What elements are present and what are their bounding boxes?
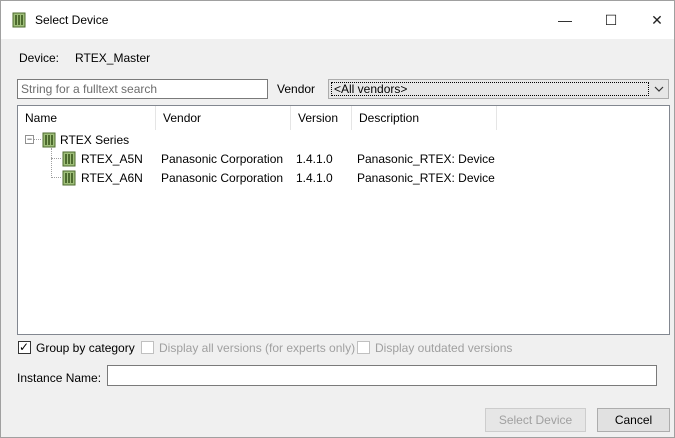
device-module-icon: [62, 170, 76, 186]
device-description: Panasonic_RTEX: Device: [357, 152, 495, 166]
cancel-button[interactable]: Cancel: [597, 408, 670, 432]
title-bar[interactable]: Select Device — ☐ ✕: [1, 1, 674, 39]
vendor-dropdown[interactable]: <All vendors>: [328, 79, 669, 99]
display-all-versions-checkbox[interactable]: [141, 341, 154, 354]
group-by-category-checkbox[interactable]: ✓: [18, 340, 31, 354]
select-device-dialog: Select Device — ☐ ✕ Device: RTEX_Master …: [0, 0, 675, 438]
column-header-version[interactable]: Version: [291, 106, 352, 130]
minimize-button[interactable]: —: [542, 1, 588, 39]
device-label: Device:: [19, 51, 60, 65]
window-title: Select Device: [35, 13, 109, 27]
device-name: RTEX_A5N: [81, 152, 143, 166]
column-header-vendor[interactable]: Vendor: [156, 106, 291, 130]
group-by-category-label: Group by category: [36, 341, 135, 355]
chevron-down-icon: [654, 86, 664, 92]
collapse-icon[interactable]: −: [25, 135, 34, 144]
device-version: 1.4.1.0: [296, 152, 333, 166]
display-outdated-checkbox[interactable]: [357, 341, 370, 354]
tree-group-label: RTEX Series: [60, 133, 130, 147]
device-module-icon: [42, 132, 56, 148]
device-vendor: Panasonic Corporation: [161, 152, 284, 166]
device-module-icon: [62, 151, 76, 167]
fulltext-search-input[interactable]: [17, 79, 268, 99]
display-outdated-label: Display outdated versions: [375, 341, 513, 355]
device-module-icon: [12, 12, 26, 28]
tree-device-row[interactable]: RTEX_A6N Panasonic Corporation 1.4.1.0 P…: [18, 169, 669, 187]
tree-device-row[interactable]: RTEX_A5N Panasonic Corporation 1.4.1.0 P…: [18, 150, 669, 168]
column-header-name[interactable]: Name: [18, 106, 156, 130]
instance-name-input[interactable]: [107, 365, 657, 386]
checkmark-icon: ✓: [19, 340, 30, 354]
display-all-versions-label: Display all versions (for experts only): [159, 341, 356, 355]
device-vendor: Panasonic Corporation: [161, 171, 284, 185]
maximize-button[interactable]: ☐: [588, 1, 634, 39]
tree-group-row[interactable]: − RTEX Series: [18, 131, 669, 149]
select-device-button[interactable]: Select Device: [485, 408, 586, 432]
device-value: RTEX_Master: [75, 51, 151, 65]
vendor-selected-value: <All vendors>: [331, 82, 649, 96]
vendor-label: Vendor: [277, 82, 316, 96]
device-name: RTEX_A6N: [81, 171, 143, 185]
instance-name-label: Instance Name:: [17, 371, 102, 385]
close-button[interactable]: ✕: [634, 1, 675, 39]
device-description: Panasonic_RTEX: Device: [357, 171, 495, 185]
device-tree-list[interactable]: Name Vendor Version Description − RTEX S…: [17, 105, 670, 335]
device-version: 1.4.1.0: [296, 171, 333, 185]
column-header-description[interactable]: Description: [352, 106, 497, 130]
